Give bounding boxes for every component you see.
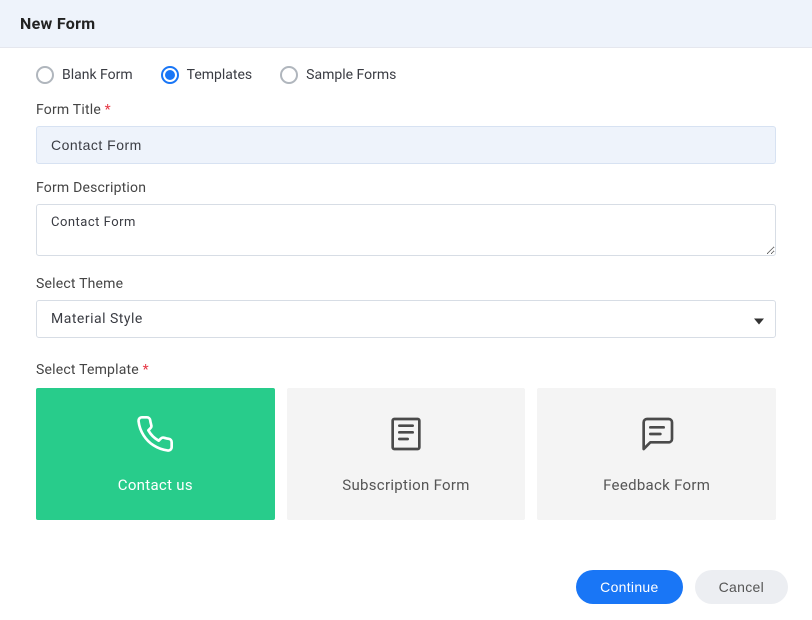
form-description-input[interactable]: Contact Form: [36, 204, 776, 256]
radio-blank-form[interactable]: Blank Form: [36, 66, 133, 84]
radio-icon: [280, 66, 298, 84]
newspaper-icon: [386, 414, 426, 458]
radio-label: Sample Forms: [306, 67, 396, 83]
radio-icon: [36, 66, 54, 84]
template-card-label: Contact us: [118, 476, 193, 494]
form-title-input[interactable]: [36, 126, 776, 164]
select-template-label: Select Template *: [36, 362, 776, 378]
phone-icon: [135, 414, 175, 458]
form-title-label: Form Title *: [36, 102, 776, 118]
dialog-title: New Form: [20, 14, 792, 33]
dialog-footer: Continue Cancel: [0, 554, 812, 620]
select-template-field: Select Template * Contact us: [36, 362, 776, 520]
template-card-row: Contact us Subscription Form: [36, 388, 776, 520]
radio-label: Blank Form: [62, 67, 133, 83]
chat-icon: [637, 414, 677, 458]
cancel-button[interactable]: Cancel: [695, 570, 788, 604]
template-card-feedback[interactable]: Feedback Form: [537, 388, 776, 520]
form-title-field: Form Title *: [36, 102, 776, 164]
template-card-subscription[interactable]: Subscription Form: [287, 388, 526, 520]
dialog-header: New Form: [0, 0, 812, 48]
radio-sample-forms[interactable]: Sample Forms: [280, 66, 396, 84]
radio-icon: [161, 66, 179, 84]
form-description-label: Form Description: [36, 180, 776, 196]
template-card-label: Feedback Form: [603, 476, 710, 494]
template-card-contact-us[interactable]: Contact us: [36, 388, 275, 520]
select-theme-field: Select Theme Material Style: [36, 276, 776, 338]
form-type-radio-group: Blank Form Templates Sample Forms: [36, 66, 776, 84]
select-theme-label: Select Theme: [36, 276, 776, 292]
radio-templates[interactable]: Templates: [161, 66, 253, 84]
continue-button[interactable]: Continue: [576, 570, 682, 604]
radio-label: Templates: [187, 67, 253, 83]
form-description-field: Form Description Contact Form: [36, 180, 776, 260]
select-theme-dropdown[interactable]: Material Style: [36, 300, 776, 338]
dialog-content: Blank Form Templates Sample Forms Form T…: [0, 48, 812, 554]
template-card-label: Subscription Form: [342, 476, 470, 494]
